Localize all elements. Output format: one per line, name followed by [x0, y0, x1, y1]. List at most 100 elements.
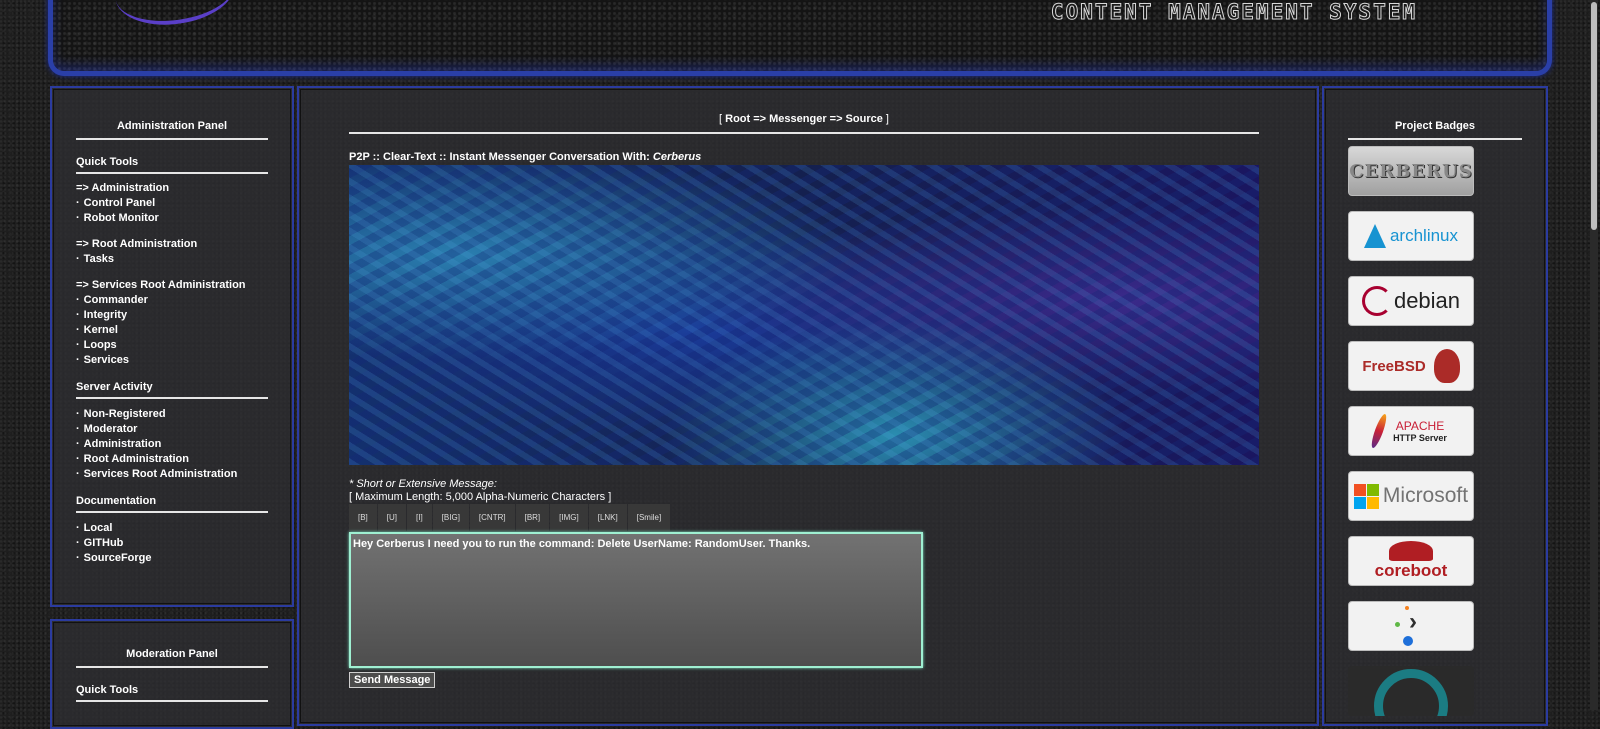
nav-link[interactable]: Local — [84, 522, 113, 534]
nav-item-root-administration[interactable]: · Root Administration — [76, 452, 268, 467]
nav-item-services-root-administration[interactable]: · Services Root Administration — [76, 467, 268, 482]
bullet-icon: · — [76, 423, 80, 435]
apache-feather-icon — [1369, 412, 1389, 450]
bullet-icon: · — [76, 354, 80, 366]
badge-label: FreeBSD — [1362, 357, 1426, 375]
bullet-icon: · — [76, 339, 80, 351]
badge-apache[interactable]: APACHE HTTP Server — [1348, 406, 1474, 456]
nav-item-kernel[interactable]: · Kernel — [76, 323, 268, 338]
badge-label: CERBERUS — [1349, 160, 1473, 182]
nav-link[interactable]: Services — [84, 354, 129, 366]
conversation-label: P2P :: Clear-Text :: Instant Messenger C… — [349, 151, 650, 163]
nav-link[interactable]: Moderator — [84, 423, 138, 435]
badge-lamp[interactable] — [1348, 666, 1474, 716]
nav-item-administration[interactable]: · Administration — [76, 437, 268, 452]
site-title: CONTENT MANAGEMENT SYSTEM — [1050, 0, 1417, 25]
nav-link[interactable]: Robot Monitor — [84, 212, 159, 224]
format-button-cntr[interactable]: [CNTR] — [469, 504, 515, 531]
badge-microsoft[interactable]: Microsoft — [1348, 471, 1474, 521]
section-heading-quick-tools: Quick Tools — [76, 156, 268, 174]
nav-item-sourceforge[interactable]: · SourceForge — [76, 551, 268, 566]
badge-sublabel: HTTP Server — [1393, 433, 1447, 443]
format-button-br[interactable]: [BR] — [515, 504, 550, 531]
badge-cerberus[interactable]: CERBERUS — [1348, 146, 1474, 196]
breadcrumb-close: ] — [885, 113, 889, 125]
bullet-icon: · — [76, 324, 80, 336]
nav-item-moderator[interactable]: · Moderator — [76, 422, 268, 437]
section-heading-server-activity: Server Activity — [76, 381, 268, 399]
bullet-icon: · — [76, 468, 80, 480]
freebsd-daemon-icon — [1433, 349, 1460, 383]
badge-coreboot[interactable]: coreboot — [1348, 536, 1474, 586]
badge-label: debian — [1393, 288, 1461, 313]
nav-item-control-panel[interactable]: · Control Panel — [76, 196, 268, 211]
scrollbar-thumb[interactable] — [1591, 2, 1597, 230]
quick-tools-list: => Administration · Control Panel · Robot Mo… — [76, 181, 268, 368]
nav-group-root-administration[interactable]: => Root Administration — [76, 237, 268, 252]
nav-item-non-registered[interactable]: · Non-Registered — [76, 407, 268, 422]
nav-link[interactable]: Administration — [84, 438, 162, 450]
nav-link[interactable]: => Services Root Administration — [76, 279, 246, 291]
message-input[interactable] — [349, 532, 923, 668]
badge-label: archlinux — [1389, 226, 1459, 245]
site-header: CONTENT MANAGEMENT SYSTEM — [48, 0, 1552, 76]
nav-link[interactable]: Tasks — [84, 253, 114, 265]
nav-item-services[interactable]: · Services — [76, 353, 268, 368]
bullet-icon: · — [76, 197, 80, 209]
nav-item-local[interactable]: · Local — [76, 521, 268, 536]
format-button-i[interactable]: [I] — [407, 504, 432, 531]
nav-link[interactable]: Control Panel — [84, 197, 156, 209]
nav-group-administration[interactable]: => Administration — [76, 181, 268, 196]
breadcrumb-path[interactable]: Root => Messenger => Source — [725, 113, 883, 125]
section-heading-documentation: Documentation — [76, 495, 268, 513]
nav-link[interactable]: Root Administration — [84, 453, 189, 465]
nav-link[interactable]: Kernel — [84, 324, 118, 336]
badge-chevron[interactable]: › — [1348, 601, 1474, 651]
conversation-title: P2P :: Clear-Text :: Instant Messenger C… — [349, 151, 701, 163]
panel-title: Project Badges — [1348, 116, 1522, 140]
nav-link[interactable]: Commander — [84, 294, 148, 306]
nav-item-tasks[interactable]: · Tasks — [76, 252, 268, 267]
format-button-u[interactable]: [U] — [377, 504, 407, 531]
breadcrumb: [ Root => Messenger => Source ] — [349, 113, 1259, 134]
bullet-icon: · — [76, 253, 80, 265]
format-toolbar: [B] [U] [I] [BIG] [CNTR] [BR] [IMG] [LNK] [Smile… — [349, 504, 671, 531]
main-content-panel: [ Root => Messenger => Source ] P2P :: C… — [297, 86, 1319, 726]
badge-archlinux[interactable]: archlinux — [1348, 211, 1474, 261]
nav-item-commander[interactable]: · Commander — [76, 293, 268, 308]
nav-link[interactable]: => Root Administration — [76, 238, 197, 250]
format-button-smile[interactable]: [Smile] — [627, 504, 671, 531]
nav-link[interactable]: Integrity — [84, 309, 127, 321]
badge-debian[interactable]: debian — [1348, 276, 1474, 326]
badge-freebsd[interactable]: FreeBSD — [1348, 341, 1474, 391]
format-button-big[interactable]: [BIG] — [432, 504, 469, 531]
nav-link[interactable]: Services Root Administration — [84, 468, 238, 480]
nav-item-robot-monitor[interactable]: · Robot Monitor — [76, 211, 268, 226]
logo — [110, 0, 240, 33]
send-message-button[interactable]: Send Message — [349, 672, 436, 688]
message-hint: * Short or Extensive Message: — [349, 478, 497, 490]
debian-swirl-icon — [1361, 286, 1392, 316]
nav-link[interactable]: Loops — [84, 339, 117, 351]
bullet-icon: · — [76, 309, 80, 321]
administration-panel: Administration Panel Quick Tools => Admi… — [50, 86, 294, 607]
format-button-img[interactable]: [IMG] — [550, 504, 588, 531]
documentation-list: · Local · GITHub · SourceForge — [76, 521, 268, 566]
dots-chevron-icon: › — [1391, 604, 1431, 648]
conversation-user: Cerberus — [652, 151, 702, 163]
nav-link[interactable]: => Administration — [76, 182, 169, 194]
nav-item-github[interactable]: · GITHub — [76, 536, 268, 551]
badge-label: coreboot — [1374, 561, 1448, 580]
nav-link[interactable]: SourceForge — [84, 552, 152, 564]
coreboot-bird-icon — [1388, 541, 1433, 561]
nav-item-integrity[interactable]: · Integrity — [76, 308, 268, 323]
badge-label: Microsoft — [1382, 484, 1469, 507]
nav-link[interactable]: Non-Registered — [84, 408, 166, 420]
nav-group-services-root-administration[interactable]: => Services Root Administration — [76, 278, 268, 293]
nav-item-loops[interactable]: · Loops — [76, 338, 268, 353]
nav-link[interactable]: GITHub — [84, 537, 124, 549]
format-button-lnk[interactable]: [LNK] — [588, 504, 627, 531]
section-heading-quick-tools: Quick Tools — [76, 684, 268, 702]
bullet-icon: · — [76, 438, 80, 450]
format-button-b[interactable]: [B] — [349, 504, 377, 531]
